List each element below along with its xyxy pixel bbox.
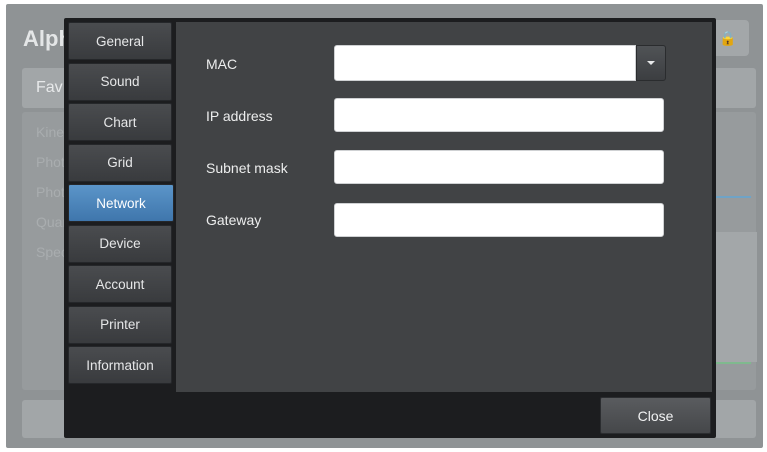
tab-chart[interactable]: Chart	[68, 103, 172, 141]
tab-network[interactable]: Network	[68, 184, 174, 222]
tab-account[interactable]: Account	[68, 265, 172, 303]
ip-address-field[interactable]	[334, 98, 664, 132]
close-button[interactable]: Close	[600, 397, 711, 434]
mac-dropdown-button[interactable]	[636, 45, 666, 81]
tab-device[interactable]: Device	[68, 224, 172, 263]
tab-information[interactable]: Information	[68, 346, 172, 384]
mac-field[interactable]	[334, 45, 636, 81]
subnet-mask-field[interactable]	[334, 150, 664, 184]
mac-label: MAC	[206, 56, 238, 72]
subnet-mask-label: Subnet mask	[206, 160, 288, 176]
lock-icon: 🔒	[719, 29, 737, 46]
ip-address-label: IP address	[206, 108, 273, 124]
tab-grid[interactable]: Grid	[68, 143, 172, 182]
tab-printer[interactable]: Printer	[68, 305, 172, 344]
gateway-field[interactable]	[334, 203, 664, 237]
chevron-down-icon	[647, 61, 655, 65]
settings-dialog: General Sound Chart Grid Network Device …	[64, 18, 716, 438]
mac-select[interactable]	[334, 45, 666, 81]
gateway-label: Gateway	[206, 212, 262, 228]
tab-sound[interactable]: Sound	[68, 62, 172, 101]
favorites-label: Fav	[36, 79, 63, 96]
tab-general[interactable]: General	[68, 22, 172, 60]
network-settings-panel: MAC IP address Subnet mask Gateway	[176, 22, 712, 392]
